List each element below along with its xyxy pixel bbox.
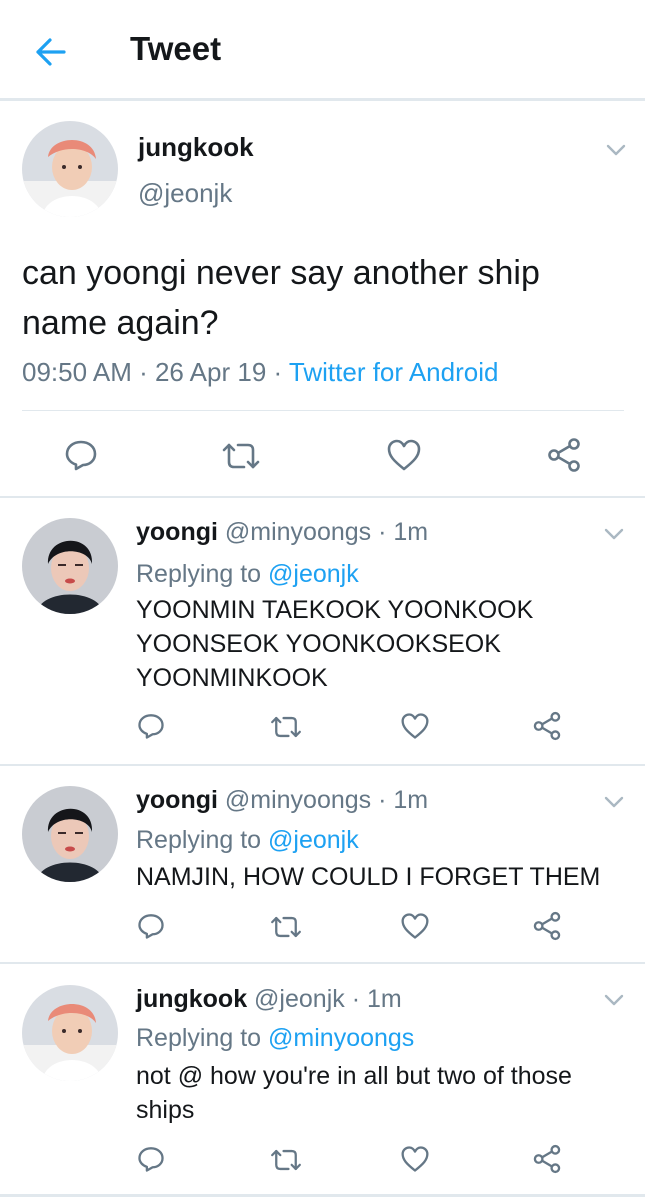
- chevron-down-icon[interactable]: [604, 142, 628, 158]
- like-icon[interactable]: [400, 912, 430, 940]
- chevron-down-icon[interactable]: [602, 992, 626, 1008]
- replying-to-label: Replying to: [136, 826, 269, 854]
- reply-icon[interactable]: [137, 712, 165, 740]
- like-icon[interactable]: [400, 1145, 430, 1173]
- reply-text: NAMJIN, HOW COULD I FORGET THEM: [136, 863, 601, 891]
- tweet-meta: 09:50 AM · 26 Apr 19 · Twitter for Andro…: [22, 357, 498, 388]
- meta-separator: ·: [131, 357, 155, 387]
- retweet-icon[interactable]: [268, 714, 304, 740]
- top-app-bar: Tweet: [0, 0, 645, 101]
- replying-to: Replying to @minyoongs: [136, 1024, 414, 1053]
- replying-to: Replying to @jeonjk: [136, 826, 359, 855]
- author-name[interactable]: jungkook: [138, 132, 254, 163]
- share-icon[interactable]: [532, 711, 562, 741]
- meta-separator: ·: [266, 357, 289, 387]
- reply-icon[interactable]: [64, 438, 98, 472]
- tweet-time: 09:50 AM: [22, 357, 132, 387]
- divider: [22, 410, 624, 411]
- divider: [0, 962, 645, 964]
- back-arrow-icon[interactable]: [30, 34, 70, 70]
- retweet-icon[interactable]: [268, 1147, 304, 1173]
- chevron-down-icon[interactable]: [602, 526, 626, 542]
- tweet-text: can yoongi never say another ship name a…: [22, 254, 540, 342]
- reply-handle-time[interactable]: @minyoongs · 1m: [218, 786, 428, 814]
- reply-header: yoongi @minyoongs · 1m: [136, 518, 428, 547]
- retweet-icon[interactable]: [268, 914, 304, 940]
- share-icon[interactable]: [532, 911, 562, 941]
- replying-to-link[interactable]: @jeonjk: [268, 560, 359, 588]
- divider: [0, 496, 645, 498]
- like-icon[interactable]: [400, 712, 430, 740]
- avatar-yoongi[interactable]: [22, 786, 118, 882]
- share-icon[interactable]: [532, 1144, 562, 1174]
- reply-text: YOONMIN TAEKOOK YOONKOOK YOONSEOK YOONKO…: [136, 596, 534, 692]
- share-icon[interactable]: [546, 437, 582, 473]
- replying-to-label: Replying to: [136, 1024, 269, 1052]
- reply-header: yoongi @minyoongs · 1m: [136, 786, 428, 815]
- avatar-jungkook[interactable]: [22, 985, 118, 1081]
- like-icon[interactable]: [386, 438, 422, 472]
- reply-author-name[interactable]: yoongi: [136, 786, 218, 814]
- reply-text: not @ how you're in all but two of those…: [136, 1062, 572, 1124]
- divider: [0, 764, 645, 766]
- reply-author-name[interactable]: yoongi: [136, 518, 218, 546]
- reply-icon[interactable]: [137, 912, 165, 940]
- author-handle[interactable]: @jeonjk: [138, 178, 232, 209]
- reply-handle-time[interactable]: @minyoongs · 1m: [218, 518, 428, 546]
- divider: [0, 1194, 645, 1197]
- replying-to-link[interactable]: @minyoongs: [268, 1024, 414, 1052]
- replying-to: Replying to @jeonjk: [136, 560, 359, 589]
- chevron-down-icon[interactable]: [602, 794, 626, 810]
- replying-to-label: Replying to: [136, 560, 269, 588]
- reply-author-name[interactable]: jungkook: [136, 985, 247, 1013]
- reply-header: jungkook @jeonjk · 1m: [136, 985, 402, 1014]
- tweet-date: 26 Apr 19: [154, 357, 267, 387]
- replying-to-link[interactable]: @jeonjk: [268, 826, 359, 854]
- reply-icon[interactable]: [137, 1145, 165, 1173]
- tweet-source-link[interactable]: Twitter for Android: [289, 357, 499, 387]
- reply-handle-time[interactable]: @jeonjk · 1m: [247, 985, 402, 1013]
- page-title: Tweet: [130, 30, 222, 67]
- retweet-icon[interactable]: [219, 440, 263, 472]
- avatar-jungkook[interactable]: [22, 121, 118, 217]
- avatar-yoongi[interactable]: [22, 518, 118, 614]
